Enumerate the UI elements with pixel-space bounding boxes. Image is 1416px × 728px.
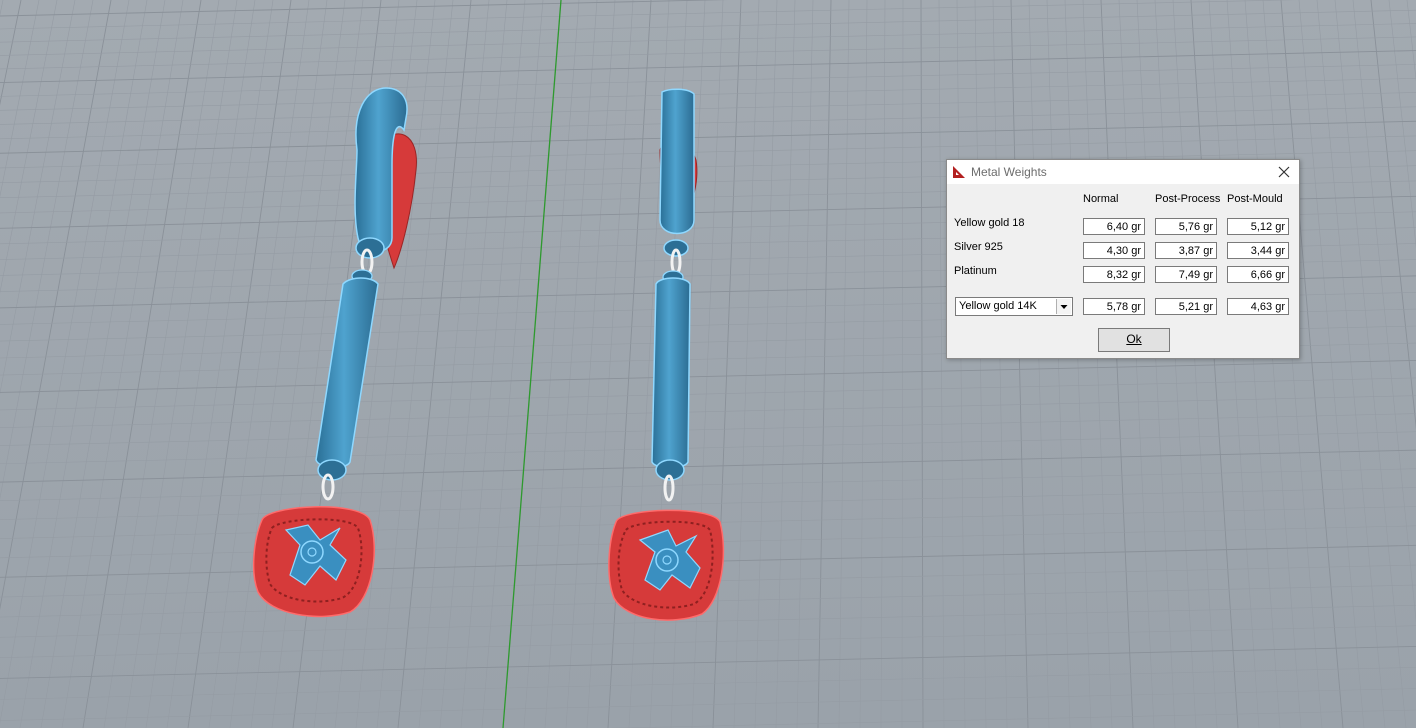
column-header-normal: Normal <box>1083 193 1119 205</box>
close-icon[interactable] <box>1275 163 1293 181</box>
metal-type-select[interactable]: Yellow gold 14K <box>955 297 1073 316</box>
weight-field[interactable]: 5,76 gr <box>1155 218 1217 235</box>
column-header-post-mould: Post-Mould <box>1227 193 1283 205</box>
metal-weights-dialog: Metal Weights Normal Post-Process Post-M… <box>946 159 1300 359</box>
weight-field[interactable]: 5,78 gr <box>1083 298 1145 315</box>
3d-viewport[interactable] <box>0 0 1416 728</box>
row-label-silver-925: Silver 925 <box>954 241 1003 253</box>
weight-field[interactable]: 6,66 gr <box>1227 266 1289 283</box>
weight-field[interactable]: 4,63 gr <box>1227 298 1289 315</box>
row-label-yellow-gold-18: Yellow gold 18 <box>954 217 1025 229</box>
column-header-post-process: Post-Process <box>1155 193 1221 205</box>
chevron-down-icon[interactable] <box>1056 299 1071 314</box>
weight-field[interactable]: 5,12 gr <box>1227 218 1289 235</box>
dialog-titlebar[interactable]: Metal Weights <box>947 160 1299 184</box>
weight-field[interactable]: 6,40 gr <box>1083 218 1145 235</box>
weight-field[interactable]: 5,21 gr <box>1155 298 1217 315</box>
weight-field[interactable]: 8,32 gr <box>1083 266 1145 283</box>
weight-field[interactable]: 3,87 gr <box>1155 242 1217 259</box>
ruler-triangle-icon <box>953 166 965 178</box>
dialog-title: Metal Weights <box>971 165 1047 179</box>
weight-field[interactable]: 4,30 gr <box>1083 242 1145 259</box>
metal-type-selected: Yellow gold 14K <box>959 300 1037 312</box>
ok-button[interactable]: Ok <box>1098 328 1170 352</box>
row-label-platinum: Platinum <box>954 265 997 277</box>
weight-field[interactable]: 3,44 gr <box>1227 242 1289 259</box>
weight-field[interactable]: 7,49 gr <box>1155 266 1217 283</box>
